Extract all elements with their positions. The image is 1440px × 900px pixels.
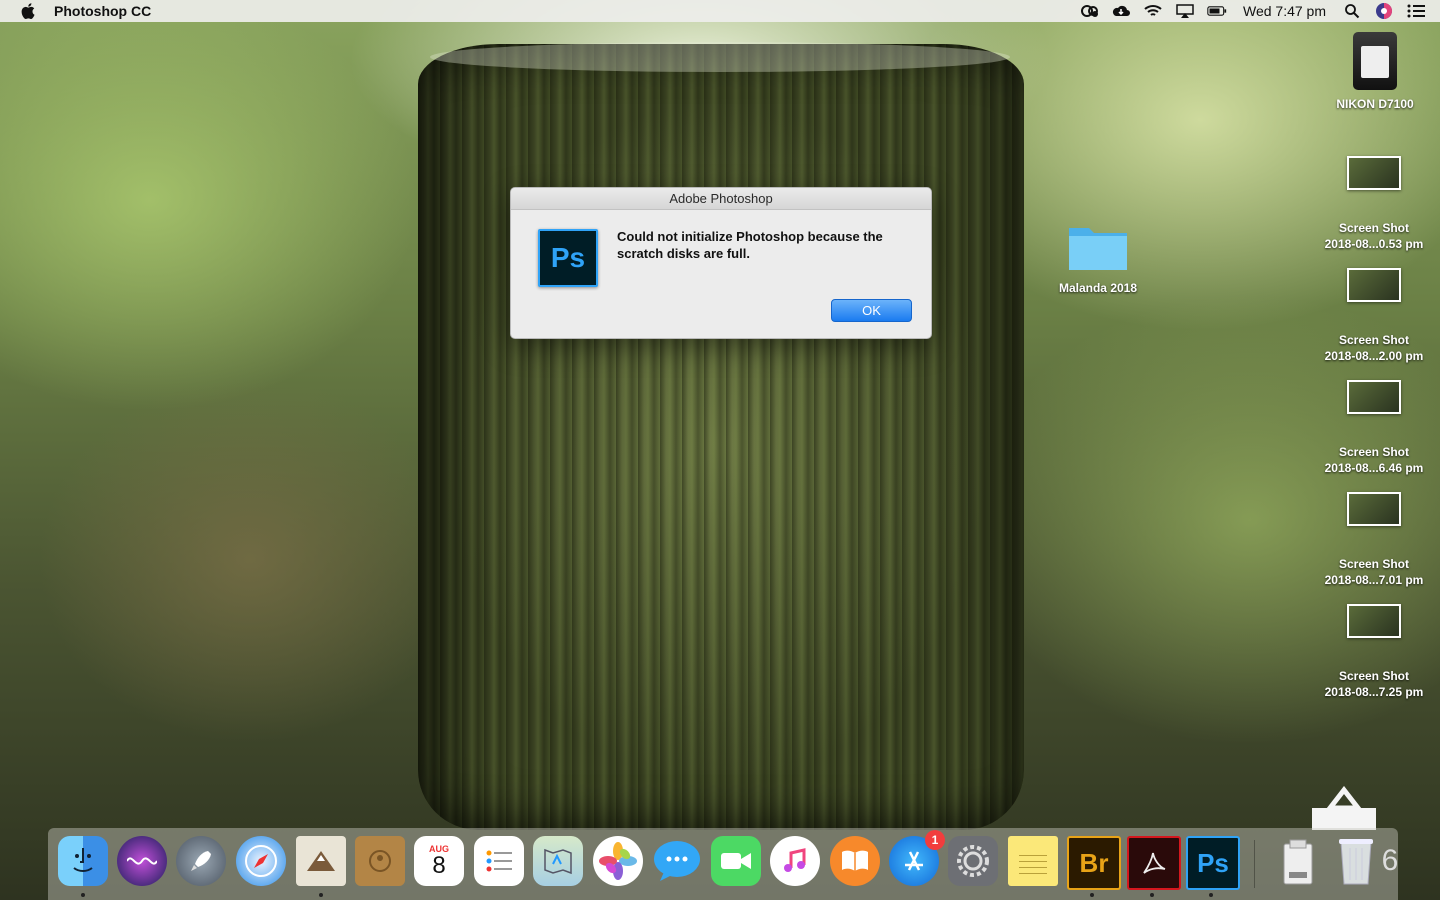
- dock-edge-glyph: 6: [1381, 844, 1399, 877]
- photoshop-dock-icon[interactable]: Ps: [1186, 836, 1240, 890]
- photoshop-logo-icon: Ps: [538, 229, 598, 287]
- desktop-screenshot-3[interactable]: Screen Shot 2018-08...6.46 pm: [1316, 380, 1432, 476]
- dialog-message: Could not initialize Photoshop because t…: [617, 229, 883, 261]
- running-indicator: [1090, 893, 1094, 897]
- desktop-screenshot-1[interactable]: Screen Shot 2018-08...0.53 pm: [1316, 156, 1432, 252]
- ibooks-icon[interactable]: [830, 836, 880, 886]
- calendar-icon[interactable]: AUG 8: [414, 836, 464, 886]
- running-indicator: [81, 893, 85, 897]
- folder-label: Malanda 2018: [1058, 281, 1138, 295]
- system-preferences-gear-icon[interactable]: [948, 836, 998, 886]
- battery-icon[interactable]: [1207, 3, 1227, 19]
- airplay-icon[interactable]: [1175, 3, 1195, 19]
- screenshot-thumbnail-icon: [1347, 156, 1401, 190]
- user-avatar-icon[interactable]: [1374, 3, 1394, 19]
- safari-compass-icon[interactable]: [236, 836, 286, 886]
- spotlight-search-icon[interactable]: [1342, 3, 1362, 19]
- notification-center-icon[interactable]: [1406, 3, 1426, 19]
- ok-button[interactable]: OK: [831, 299, 912, 322]
- messages-icon[interactable]: [652, 836, 702, 886]
- screenshot-label-line2: 2018-08...2.00 pm: [1324, 349, 1424, 363]
- launchpad-rocket-icon[interactable]: [176, 836, 226, 886]
- screenshot-thumbnail-icon: [1347, 492, 1401, 526]
- desktop-screenshot-4[interactable]: Screen Shot 2018-08...7.01 pm: [1316, 492, 1432, 588]
- wallpaper-tree-trunk: [418, 44, 1024, 830]
- screenshot-thumbnail-icon: [1347, 268, 1401, 302]
- dock-separator: [1254, 840, 1255, 888]
- menu-bar: Photoshop CC Wed 7:47 pm: [0, 0, 1440, 22]
- screenshot-label-line1: Screen Shot: [1338, 333, 1410, 347]
- calendar-day: 8: [432, 852, 446, 879]
- siri-icon[interactable]: [117, 836, 167, 886]
- mail-eagle-icon[interactable]: [296, 836, 346, 886]
- cloud-sync-icon[interactable]: [1111, 3, 1131, 19]
- dock: AUG 8 1 Br Ps 6: [48, 828, 1398, 900]
- screenshot-label-line2: 2018-08...6.46 pm: [1324, 461, 1424, 475]
- screenshot-label-line1: Screen Shot: [1338, 221, 1410, 235]
- running-indicator: [1150, 893, 1154, 897]
- trash-icon[interactable]: [1331, 836, 1381, 886]
- screenshot-label-line1: Screen Shot: [1338, 445, 1410, 459]
- menu-extras: Wed 7:47 pm: [1079, 0, 1426, 22]
- adobe-bridge-icon[interactable]: Br: [1067, 836, 1121, 890]
- screenshot-label-line1: Screen Shot: [1338, 669, 1410, 683]
- screenshot-label-line1: Screen Shot: [1338, 557, 1410, 571]
- running-indicator: [1209, 893, 1213, 897]
- finder-icon[interactable]: [58, 836, 108, 886]
- notes-icon[interactable]: [1008, 836, 1058, 886]
- notification-badge: 1: [925, 830, 945, 850]
- desktop-screenshot-2[interactable]: Screen Shot 2018-08...2.00 pm: [1316, 268, 1432, 364]
- apple-menu-icon[interactable]: [20, 3, 36, 19]
- drive-label: NIKON D7100: [1336, 97, 1414, 111]
- reminders-icon[interactable]: [474, 836, 524, 886]
- folder-icon: [1067, 222, 1129, 272]
- photos-icon[interactable]: [593, 836, 643, 886]
- contacts-icon[interactable]: [355, 836, 405, 886]
- desktop-screenshot-5[interactable]: Screen Shot 2018-08...7.25 pm: [1316, 604, 1432, 700]
- downloads-stack-icon[interactable]: [1273, 836, 1323, 886]
- desktop-folder-malanda[interactable]: Malanda 2018: [1048, 222, 1148, 296]
- running-indicator: [319, 893, 323, 897]
- wifi-icon[interactable]: [1143, 3, 1163, 19]
- app-store-icon[interactable]: 1: [889, 830, 945, 886]
- dialog-title: Adobe Photoshop: [511, 188, 931, 210]
- screenshot-thumbnail-icon: [1347, 604, 1401, 638]
- maps-icon[interactable]: [533, 836, 583, 886]
- sd-card-icon: [1353, 32, 1397, 90]
- desktop-drive-nikon[interactable]: NIKON D7100: [1320, 32, 1430, 112]
- screenshot-thumbnail-icon: [1347, 380, 1401, 414]
- itunes-music-icon[interactable]: [770, 836, 820, 886]
- app-menu-name[interactable]: Photoshop CC: [54, 3, 151, 19]
- adobe-acrobat-icon[interactable]: [1127, 836, 1181, 890]
- creative-cloud-icon[interactable]: [1079, 3, 1099, 19]
- desktop-stack-icon[interactable]: [1310, 785, 1378, 832]
- screenshot-label-line2: 2018-08...0.53 pm: [1324, 237, 1424, 251]
- screenshot-label-line2: 2018-08...7.01 pm: [1324, 573, 1424, 587]
- alert-dialog: Adobe Photoshop Ps Could not initialize …: [510, 187, 932, 339]
- screenshot-label-line2: 2018-08...7.25 pm: [1324, 685, 1424, 699]
- facetime-icon[interactable]: [711, 836, 761, 886]
- menu-clock[interactable]: Wed 7:47 pm: [1243, 3, 1326, 19]
- wallpaper-trunk-top: [430, 42, 1010, 72]
